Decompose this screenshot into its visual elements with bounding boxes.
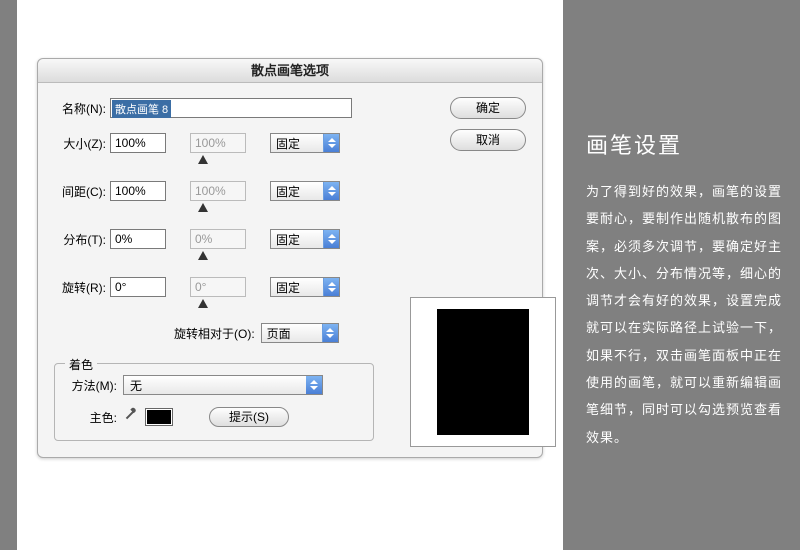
size-input-2: [190, 133, 246, 153]
spacing-input-2: [190, 181, 246, 201]
chevron-updown-icon: [323, 182, 339, 200]
rotation-slider[interactable]: [114, 299, 294, 311]
side-text: 画笔设置 为了得到好的效果，画笔的设置要耐心，要制作出随机散布的图案，必须多次调…: [586, 128, 782, 451]
chevron-updown-icon: [306, 376, 322, 394]
size-label: 大小(Z):: [54, 135, 110, 152]
dialog-title: 散点画笔选项: [38, 59, 542, 83]
cancel-button[interactable]: 取消: [450, 129, 526, 151]
name-label: 名称(N):: [54, 100, 110, 117]
spacing-input-1[interactable]: [110, 181, 166, 201]
side-body: 为了得到好的效果，画笔的设置要耐心，要制作出随机散布的图案，必须多次调节，要确定…: [586, 178, 782, 451]
scatter-mode-select[interactable]: 固定: [270, 229, 340, 249]
button-column: 确定 取消: [450, 97, 526, 151]
keycolor-swatch[interactable]: [145, 408, 173, 426]
method-row: 方法(M): 无: [67, 374, 361, 396]
size-slider[interactable]: [114, 155, 294, 167]
scatter-label: 分布(T):: [54, 231, 110, 248]
slider-thumb-icon[interactable]: [198, 155, 208, 164]
tint-fieldset: 着色 方法(M): 无 主色: 提示(S): [54, 363, 374, 441]
name-input[interactable]: 散点画笔 8: [110, 98, 352, 118]
page-background: 散点画笔选项 确定 取消 名称(N): 散点画笔 8 大小(Z): 固定: [17, 0, 563, 550]
preview-swatch: [437, 309, 529, 435]
side-heading: 画笔设置: [586, 128, 782, 160]
scatter-input-2: [190, 229, 246, 249]
scatter-input-1[interactable]: [110, 229, 166, 249]
ok-button[interactable]: 确定: [450, 97, 526, 119]
keycolor-row: 主色: 提示(S): [67, 406, 361, 428]
scatter-slider[interactable]: [114, 251, 294, 263]
method-select[interactable]: 无: [123, 375, 323, 395]
chevron-updown-icon: [322, 324, 338, 342]
spacing-slider[interactable]: [114, 203, 294, 215]
hint-button[interactable]: 提示(S): [209, 407, 289, 427]
relative-select[interactable]: 页面: [261, 323, 339, 343]
rotation-row: 旋转(R): 固定: [54, 275, 526, 299]
brush-preview: [410, 297, 556, 447]
slider-thumb-icon[interactable]: [198, 251, 208, 260]
name-value-selected: 散点画笔 8: [112, 100, 171, 118]
scatter-row: 分布(T): 固定: [54, 227, 526, 251]
keycolor-label: 主色:: [67, 409, 123, 426]
tint-legend: 着色: [65, 356, 97, 373]
method-label: 方法(M):: [67, 377, 123, 394]
chevron-updown-icon: [323, 134, 339, 152]
eyedropper-icon[interactable]: [123, 409, 139, 425]
spacing-label: 间距(C):: [54, 183, 110, 200]
slider-thumb-icon[interactable]: [198, 203, 208, 212]
spacing-row: 间距(C): 固定: [54, 179, 526, 203]
rotation-input-2: [190, 277, 246, 297]
chevron-updown-icon: [323, 278, 339, 296]
rotation-input-1[interactable]: [110, 277, 166, 297]
rotation-mode-select[interactable]: 固定: [270, 277, 340, 297]
dialog-body: 确定 取消 名称(N): 散点画笔 8 大小(Z): 固定 间距(C):: [38, 83, 542, 457]
size-mode-select[interactable]: 固定: [270, 133, 340, 153]
spacing-mode-select[interactable]: 固定: [270, 181, 340, 201]
relative-label: 旋转相对于(O):: [174, 325, 261, 342]
rotation-label: 旋转(R):: [54, 279, 110, 296]
chevron-updown-icon: [323, 230, 339, 248]
slider-thumb-icon[interactable]: [198, 299, 208, 308]
size-input-1[interactable]: [110, 133, 166, 153]
scatter-brush-options-dialog: 散点画笔选项 确定 取消 名称(N): 散点画笔 8 大小(Z): 固定: [37, 58, 543, 458]
